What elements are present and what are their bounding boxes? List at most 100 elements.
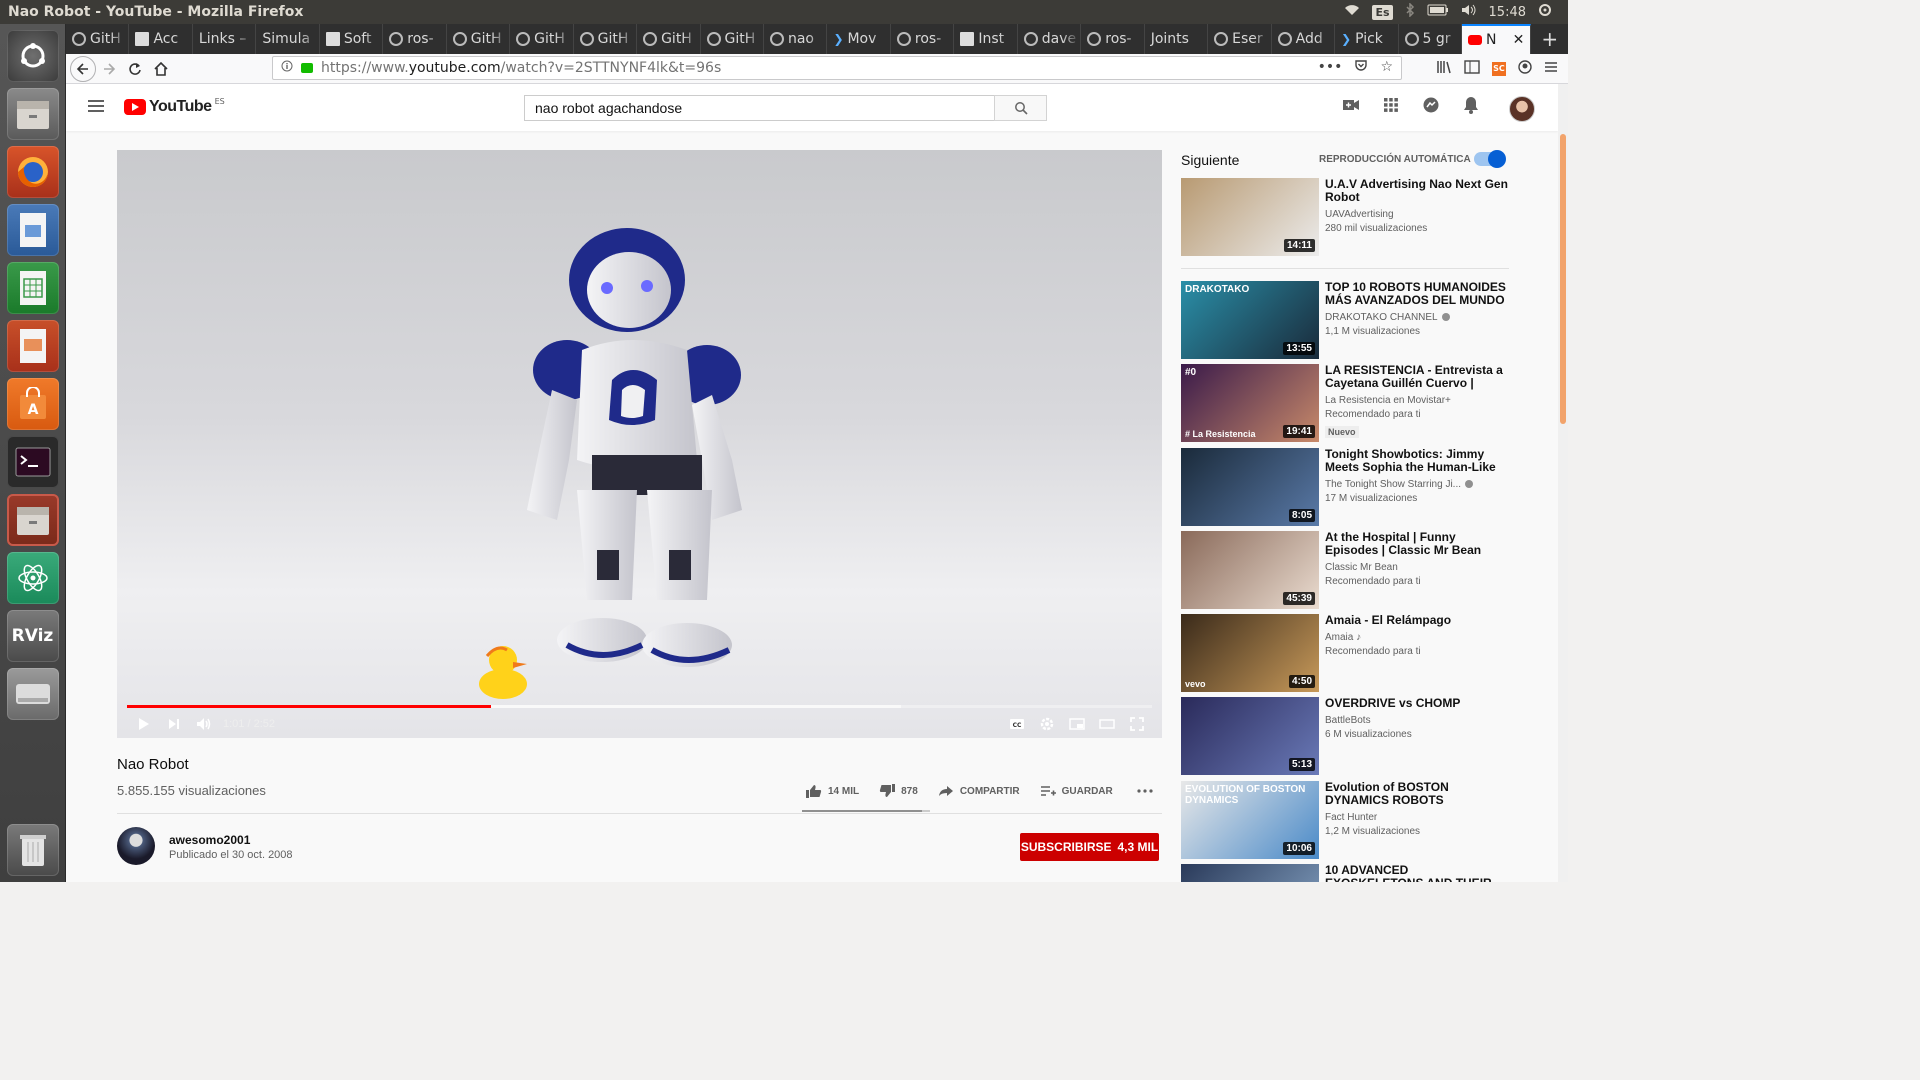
impress-icon[interactable] [6,320,59,372]
video-title[interactable]: Amaia - El Relámpago [1325,614,1509,627]
extension-sc-icon[interactable]: SC [1492,62,1506,76]
autoplay-toggle[interactable] [1474,150,1506,168]
browser-tab[interactable]: ❯ Pick [1335,24,1399,54]
browser-tab[interactable]: Acc [129,24,193,54]
browser-tab[interactable]: GitH [66,24,130,54]
apps-grid-icon[interactable] [1382,96,1400,114]
browser-tab[interactable]: ros- [383,24,447,54]
url-text[interactable]: https://www.youtube.com/watch?v=2STTNYNF… [321,60,721,76]
browser-tab[interactable]: Add [1272,24,1336,54]
video-thumbnail[interactable]: EVOLUTION OF BOSTON DYNAMICS 10:06 [1181,781,1319,859]
calc-icon[interactable] [6,262,59,314]
browser-tab[interactable]: Links – [193,24,257,54]
recommended-video[interactable]: 10 ADVANCED EXOSKELETONS AND THEIR USES [1181,864,1521,882]
files-icon[interactable] [6,494,59,546]
search-input[interactable]: nao robot agachandose [524,95,996,121]
software-center-icon[interactable]: A [6,378,59,430]
recommended-video[interactable]: 8:05 Tonight Showbotics: Jimmy Meets Soph… [1181,448,1521,526]
like-button[interactable]: 14 MIL [806,784,859,798]
disk-icon[interactable] [6,668,59,720]
browser-tab[interactable]: GitH [447,24,511,54]
video-thumbnail[interactable]: DRAKOTAKO 13:55 [1181,281,1319,359]
recommended-video[interactable]: 45:39 At the Hospital | Funny Episodes | … [1181,531,1521,609]
video-title[interactable]: U.A.V Advertising Nao Next Gen Robot [1325,178,1509,204]
settings-gear-icon[interactable] [1032,710,1062,738]
keyboard-layout-indicator[interactable]: Es [1372,4,1393,20]
recommended-video[interactable]: EVOLUTION OF BOSTON DYNAMICS 10:06 Evoluti… [1181,781,1521,859]
home-button[interactable] [148,56,174,82]
battery-icon[interactable] [1427,4,1449,20]
browser-tab[interactable]: dave [1018,24,1082,54]
browser-tab[interactable]: Joints [1145,24,1209,54]
youtube-logo[interactable]: YouTube ES [124,97,225,116]
more-actions-icon[interactable] [1137,789,1153,793]
recommended-video[interactable]: vevo 4:50 Amaia - El Relámpago Amaia ♪ Recom… [1181,614,1521,692]
browser-tab[interactable]: ros- [1081,24,1145,54]
recommended-video[interactable]: 14:11 U.A.V Advertising Nao Next Gen Robo… [1181,178,1521,256]
browser-tab[interactable]: GitH [574,24,638,54]
pocket-icon[interactable] [1354,59,1368,77]
atom-icon[interactable] [6,552,59,604]
bluetooth-icon[interactable] [1405,2,1415,21]
video-thumbnail[interactable]: 45:39 [1181,531,1319,609]
video-thumbnail[interactable]: 14:11 [1181,178,1319,256]
browser-tab[interactable]: Inst [954,24,1018,54]
guide-menu-icon[interactable] [88,100,104,112]
video-title[interactable]: TOP 10 ROBOTS HUMANOIDES MÁS AVANZADOS D… [1325,281,1509,307]
play-icon[interactable] [129,710,159,738]
video-thumbnail[interactable]: vevo 4:50 [1181,614,1319,692]
account-icon[interactable] [1518,60,1532,78]
video-progress-bar[interactable] [127,705,1152,708]
volume-icon[interactable] [189,710,219,738]
fullscreen-icon[interactable] [1122,710,1152,738]
library-icon[interactable] [1436,60,1452,78]
ubuntu-dash-icon[interactable] [6,30,59,82]
browser-tab[interactable]: nao [764,24,828,54]
miniplayer-icon[interactable] [1062,710,1092,738]
video-thumbnail[interactable] [1181,864,1319,882]
captions-icon[interactable]: CC [1002,710,1032,738]
video-thumbnail[interactable]: 8:05 [1181,448,1319,526]
browser-tab[interactable]: GitH [637,24,701,54]
wifi-icon[interactable] [1344,4,1360,20]
url-bar[interactable]: https://www.youtube.com/watch?v=2STTNYNF… [272,56,1402,80]
browser-tab[interactable]: Simula [256,24,320,54]
trash-icon[interactable] [6,824,59,876]
video-title[interactable]: LA RESISTENCIA - Entrevista a Cayetana G… [1325,364,1509,390]
video-thumbnail[interactable]: 5:13 [1181,697,1319,775]
bookmark-star-icon[interactable]: ☆ [1380,59,1393,77]
close-tab-icon[interactable]: ✕ [1513,32,1531,48]
subscribe-button[interactable]: SUBSCRIBIRSE 4,3 MIL [1020,833,1159,861]
page-scrollbar[interactable] [1558,84,1568,882]
browser-tab[interactable]: 5 gr [1399,24,1462,54]
rviz-icon[interactable]: RViz [6,610,59,662]
volume-icon[interactable] [1461,4,1477,20]
reload-button[interactable] [122,56,148,82]
user-avatar[interactable] [1509,96,1535,122]
channel-avatar[interactable] [117,827,155,865]
theater-mode-icon[interactable] [1092,710,1122,738]
browser-tab-active[interactable]: N ✕ [1461,24,1532,54]
browser-tab[interactable]: ❯ Mov [827,24,891,54]
browser-tab[interactable]: GitH [701,24,764,54]
notifications-bell-icon[interactable] [1462,96,1480,114]
video-title[interactable]: 10 ADVANCED EXOSKELETONS AND THEIR USES [1325,864,1509,882]
video-thumbnail[interactable]: #0 # La Resistencia 19:41 [1181,364,1319,442]
page-actions-icon[interactable]: ••• [1318,59,1343,77]
scrollbar-thumb[interactable] [1560,134,1566,424]
create-video-icon[interactable] [1342,96,1360,114]
dislike-button[interactable]: 878 [879,784,918,798]
recommended-video[interactable]: 5:13 OVERDRIVE vs CHOMP BattleBots 6 M visu… [1181,697,1521,775]
lock-icon[interactable] [301,63,313,73]
info-icon[interactable] [281,60,293,76]
video-title[interactable]: Tonight Showbotics: Jimmy Meets Sophia t… [1325,448,1509,474]
video-title[interactable]: At the Hospital | Funny Episodes | Class… [1325,531,1509,557]
writer-icon[interactable] [6,204,59,256]
recommended-video[interactable]: #0 # La Resistencia 19:41 LA RESISTENCIA - … [1181,364,1521,442]
terminal-icon[interactable] [6,436,59,488]
forward-button[interactable] [96,56,122,82]
menu-icon[interactable] [1544,61,1558,77]
channel-name[interactable]: awesomo2001 [169,833,250,847]
search-button[interactable] [994,95,1047,121]
messages-icon[interactable] [1422,96,1440,114]
